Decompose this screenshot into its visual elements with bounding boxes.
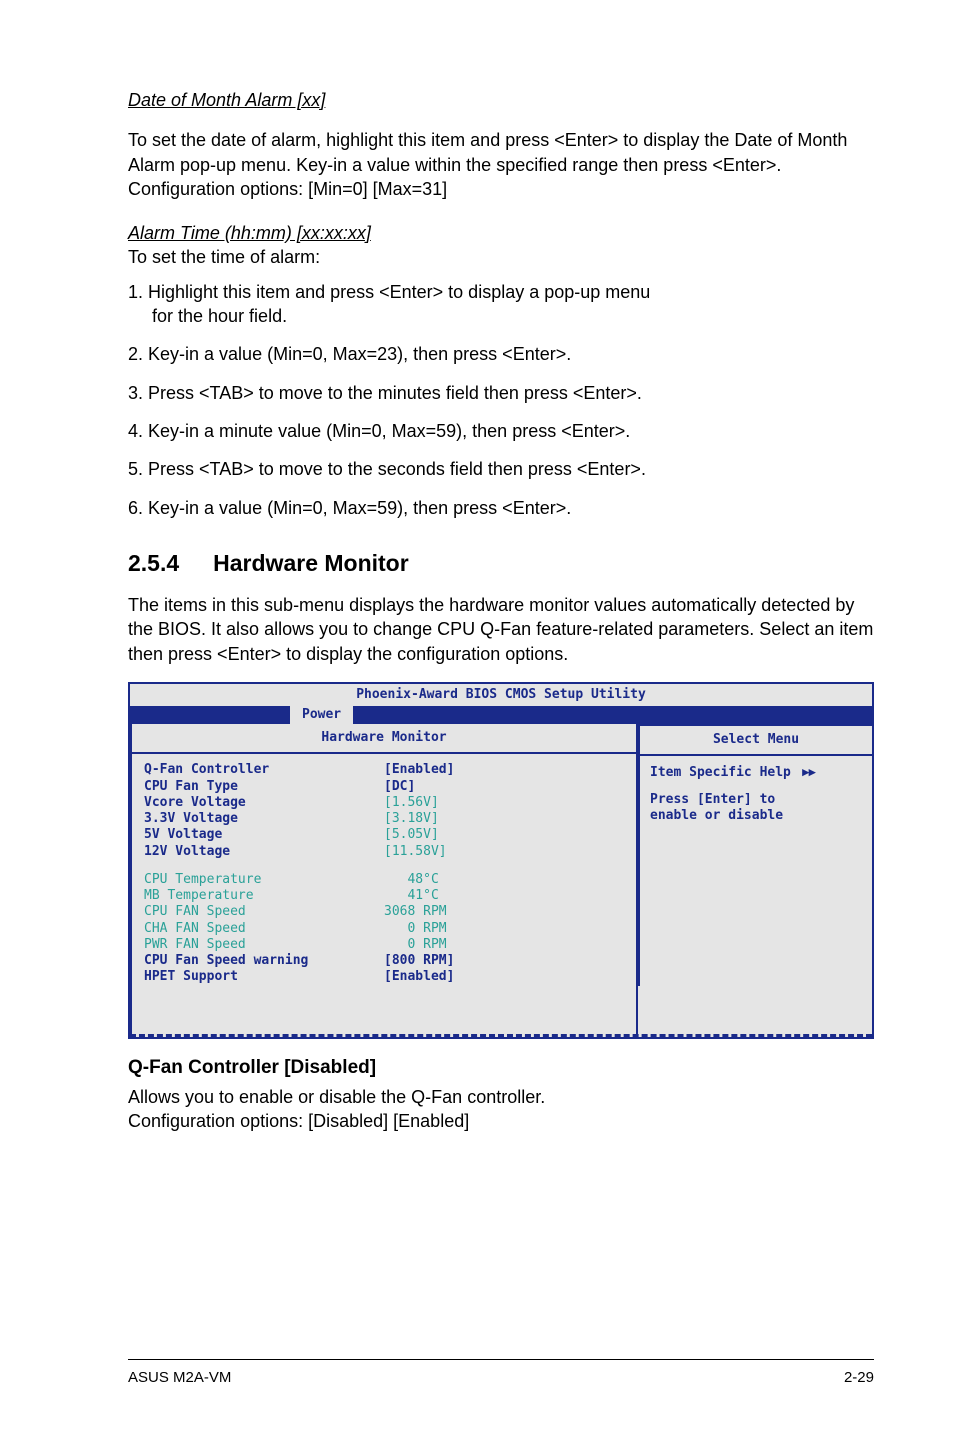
bios-setting-row[interactable]: CPU Fan Type[DC] <box>144 779 624 795</box>
bios-setting-label: Q-Fan Controller <box>144 762 384 778</box>
alarm-time-intro: To set the time of alarm: <box>128 245 874 269</box>
date-of-month-paragraph: To set the date of alarm, highlight this… <box>128 128 874 201</box>
bios-setting-label: CPU FAN Speed <box>144 904 384 920</box>
qfan-heading: Q-Fan Controller [Disabled] <box>128 1055 874 1081</box>
bios-setting-value: [11.58V] <box>384 844 624 860</box>
bios-window: Phoenix-Award BIOS CMOS Setup Utility Po… <box>128 682 874 1040</box>
footer-left: ASUS M2A-VM <box>128 1368 231 1388</box>
bios-tab-power[interactable]: Power <box>290 706 353 724</box>
bios-help-line-3: enable or disable <box>650 808 862 824</box>
bios-setting-label: CPU Temperature <box>144 872 384 888</box>
bios-setting-row[interactable]: HPET Support[Enabled] <box>144 969 624 985</box>
bios-setting-label: CHA FAN Speed <box>144 921 384 937</box>
bios-setting-value: [Enabled] <box>384 969 624 985</box>
bios-setting-label: Vcore Voltage <box>144 795 384 811</box>
bios-setting-value: 0 RPM <box>384 937 624 953</box>
bios-setting-row[interactable]: Vcore Voltage[1.56V] <box>144 795 624 811</box>
alarm-step-1: 1. Highlight this item and press <Enter>… <box>128 280 874 329</box>
bios-setting-value: [3.18V] <box>384 811 624 827</box>
bios-setting-label: CPU Fan Speed warning <box>144 953 384 969</box>
bios-left-title: Hardware Monitor <box>132 724 636 754</box>
bios-setting-row[interactable]: CPU Fan Speed warning[800 RPM] <box>144 953 624 969</box>
bios-setting-value: [DC] <box>384 779 624 795</box>
bios-setting-label: CPU Fan Type <box>144 779 384 795</box>
bios-setting-value: 3068 RPM <box>384 904 624 920</box>
bios-setting-row[interactable]: PWR FAN Speed 0 RPM <box>144 937 624 953</box>
bios-setting-value: [1.56V] <box>384 795 624 811</box>
bios-setting-row[interactable]: CHA FAN Speed 0 RPM <box>144 921 624 937</box>
bios-help-heading: Item Specific Help <box>650 765 791 780</box>
bios-setting-value: [Enabled] <box>384 762 624 778</box>
bios-setting-label: 3.3V Voltage <box>144 811 384 827</box>
footer-right: 2-29 <box>844 1368 874 1388</box>
bios-right-title: Select Menu <box>638 726 872 756</box>
alarm-step-6: 6. Key-in a value (Min=0, Max=59), then … <box>128 496 874 520</box>
bios-setting-value: 0 RPM <box>384 921 624 937</box>
bios-setting-label: PWR FAN Speed <box>144 937 384 953</box>
bios-setting-label: HPET Support <box>144 969 384 985</box>
bios-setting-row[interactable]: CPU FAN Speed3068 RPM <box>144 904 624 920</box>
right-arrow-icon: ▸▸ <box>799 764 816 779</box>
bios-footer-divider <box>130 1034 872 1037</box>
bios-setting-row[interactable]: Q-Fan Controller[Enabled] <box>144 762 624 778</box>
qfan-paragraph-1: Allows you to enable or disable the Q-Fa… <box>128 1085 874 1109</box>
bios-setting-row[interactable]: 5V Voltage[5.05V] <box>144 827 624 843</box>
bios-setting-row[interactable]: 12V Voltage[11.58V] <box>144 844 624 860</box>
bios-setting-label: 5V Voltage <box>144 827 384 843</box>
alarm-time-heading: Alarm Time (hh:mm) [xx:xx:xx] <box>128 223 371 243</box>
alarm-step-3: 3. Press <TAB> to move to the minutes fi… <box>128 381 874 405</box>
alarm-step-5: 5. Press <TAB> to move to the seconds fi… <box>128 457 874 481</box>
bios-setting-row[interactable]: 3.3V Voltage[3.18V] <box>144 811 624 827</box>
bios-setting-row[interactable]: CPU Temperature 48°C <box>144 872 624 888</box>
bios-setting-value: 48°C <box>384 872 624 888</box>
alarm-step-4: 4. Key-in a minute value (Min=0, Max=59)… <box>128 419 874 443</box>
bios-setting-value: [800 RPM] <box>384 953 624 969</box>
date-of-month-heading: Date of Month Alarm [xx] <box>128 90 325 110</box>
bios-title: Phoenix-Award BIOS CMOS Setup Utility <box>130 684 872 706</box>
bios-setting-value: [5.05V] <box>384 827 624 843</box>
bios-setting-label: MB Temperature <box>144 888 384 904</box>
bios-setting-label: 12V Voltage <box>144 844 384 860</box>
bios-menu-bar: Power <box>130 706 872 724</box>
section-number: 2.5.4 <box>128 548 179 579</box>
hardware-monitor-paragraph: The items in this sub-menu displays the … <box>128 593 874 666</box>
alarm-step-2: 2. Key-in a value (Min=0, Max=23), then … <box>128 342 874 366</box>
qfan-paragraph-2: Configuration options: [Disabled] [Enabl… <box>128 1109 874 1133</box>
bios-setting-row[interactable]: MB Temperature 41°C <box>144 888 624 904</box>
section-title: Hardware Monitor <box>213 548 409 579</box>
bios-setting-value: 41°C <box>384 888 624 904</box>
bios-help-line-2: Press [Enter] to <box>650 792 862 808</box>
